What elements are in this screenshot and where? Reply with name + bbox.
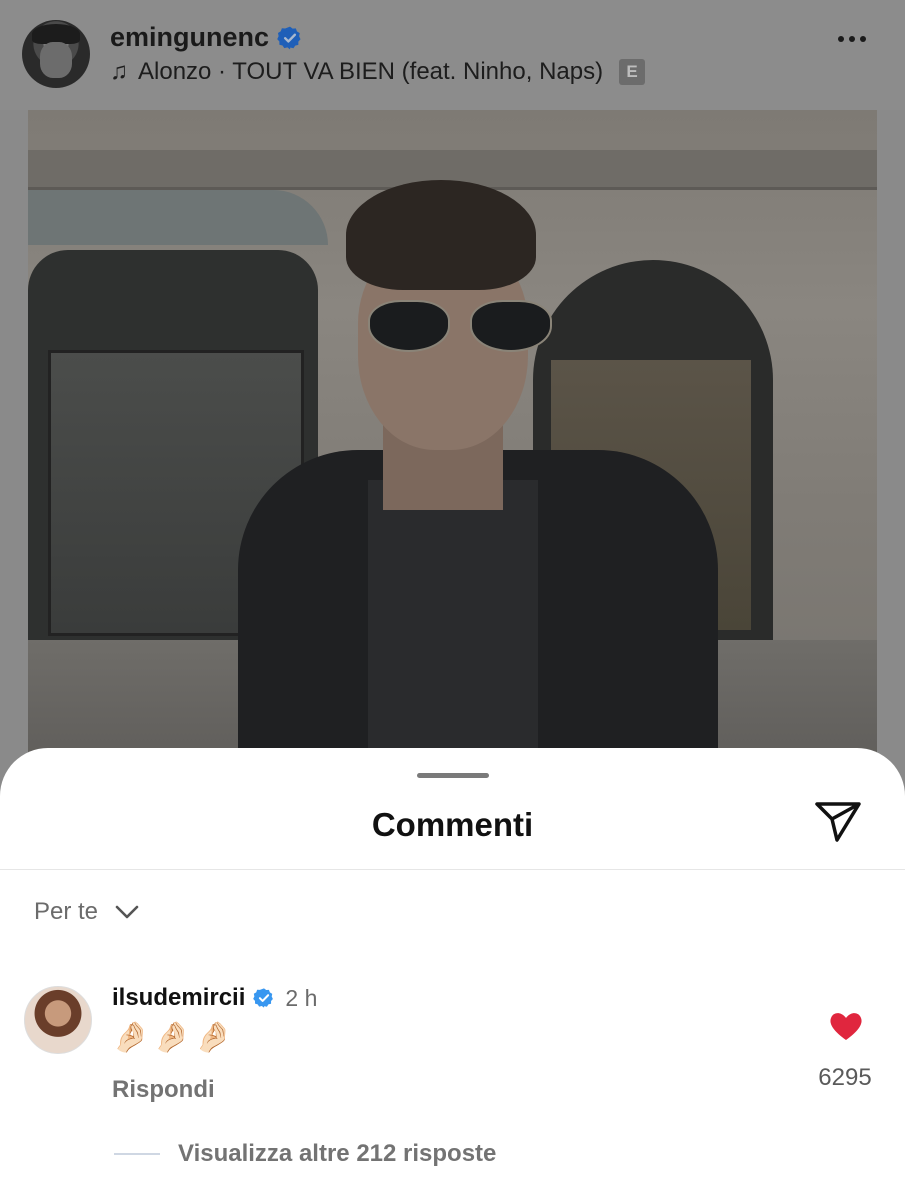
verified-badge-icon — [277, 26, 301, 49]
verified-badge-icon — [253, 988, 274, 1008]
post-header: emingunenc ♫ Alonzo · TOUT VA BIEN (feat… — [0, 0, 905, 110]
heart-icon[interactable] — [828, 1010, 864, 1042]
like-count: 6295 — [818, 1064, 872, 1091]
chevron-down-icon — [115, 905, 139, 919]
send-icon[interactable] — [813, 800, 863, 844]
commenter-username[interactable]: ilsudemircii — [112, 984, 245, 1012]
post-username[interactable]: emingunenc — [110, 22, 269, 53]
comment-item: ilsudemircii 2 h 🤌🏻🤌🏻🤌🏻 Rispondi 6295 — [0, 984, 905, 1134]
sort-label: Per te — [34, 898, 99, 925]
sheet-grabber[interactable] — [417, 773, 489, 778]
comment-text: 🤌🏻🤌🏻🤌🏻 — [112, 1021, 237, 1054]
divider — [0, 869, 905, 870]
music-label: Alonzo · TOUT VA BIEN (feat. Ninho, Naps… — [138, 58, 604, 85]
comments-sheet: Commenti Per te ilsudemircii 2 h 🤌🏻🤌🏻🤌🏻 … — [0, 748, 905, 1200]
explicit-badge: E — [619, 59, 646, 85]
replies-line — [114, 1153, 160, 1155]
post-photo — [28, 110, 877, 770]
more-options-icon[interactable] — [838, 36, 866, 42]
commenter-avatar[interactable] — [24, 986, 92, 1054]
reply-button[interactable]: Rispondi — [112, 1076, 215, 1104]
post-author-row: emingunenc — [110, 22, 303, 53]
view-replies-button[interactable]: Visualizza altre 212 risposte — [114, 1140, 496, 1168]
avatar[interactable] — [22, 20, 90, 88]
music-note-icon: ♫ — [110, 58, 128, 85]
view-replies-label: Visualizza altre 212 risposte — [178, 1140, 497, 1167]
comment-header: ilsudemircii 2 h — [112, 984, 317, 1012]
comment-time: 2 h — [285, 984, 318, 1011]
photo-subject — [238, 180, 718, 770]
sort-dropdown[interactable]: Per te — [34, 898, 140, 926]
music-row[interactable]: ♫ Alonzo · TOUT VA BIEN (feat. Ninho, Na… — [110, 58, 646, 86]
sheet-title: Commenti — [371, 806, 534, 843]
